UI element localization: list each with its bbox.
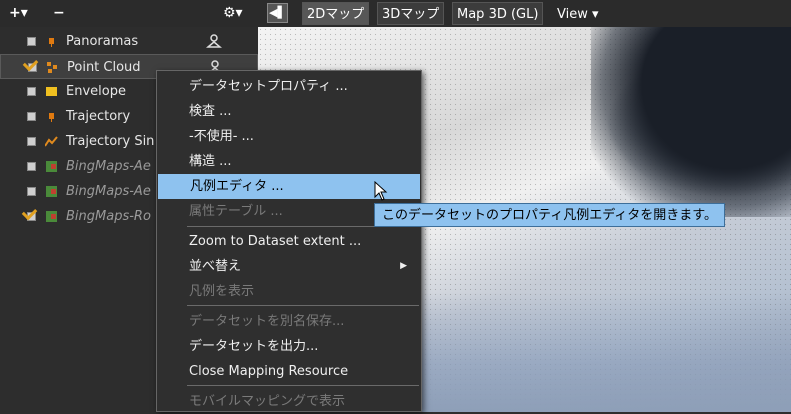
trajectory-line-icon [45,136,58,147]
layer-name: BingMaps-Ae [66,184,151,199]
menu-item-label: 並べ替え [189,259,242,274]
layer-name: BingMaps-Ro [66,209,151,224]
layer-name: BingMaps-Ae [66,159,151,174]
gear-menu-button[interactable]: ⚙▾ [223,0,243,27]
view-menu-button[interactable]: View ▾ [552,2,604,25]
envelope-icon [46,87,57,96]
tab-2d-map[interactable]: 2Dマップ [302,2,370,25]
menu-item-structure[interactable]: 構造 ... [157,149,421,174]
pin-icon[interactable] [206,33,222,50]
layer-name: Envelope [66,84,126,99]
layer-checkbox[interactable] [27,87,36,96]
trajectory-icon [49,113,54,122]
legend-editor-tooltip: このデータセットのプロパティ凡例エディタを開きます。 [374,203,726,227]
menu-item-export-dataset[interactable]: データセットを出力... [157,334,421,359]
tab-3d-map[interactable]: 3Dマップ [377,2,445,25]
menu-separator [187,385,419,386]
tab-map-3d-gl[interactable]: Map 3D (GL) [452,2,544,25]
layer-checkbox[interactable] [27,137,36,146]
remove-layer-button[interactable]: − [53,0,65,27]
layer-name: Trajectory Sin [66,134,155,149]
menu-item-show-in-mobile-mapping: モバイルマッピングで表示 [189,394,346,409]
menu-separator [187,305,419,306]
menu-item-show-legend: 凡例を表示 [189,284,255,299]
menu-item-dataset-properties[interactable]: データセットプロパティ ... [157,74,421,99]
panorama-icon [49,38,54,47]
menu-item-unused[interactable]: -不使用- ... [157,124,421,149]
layer-checkbox[interactable] [27,212,36,221]
point-cloud-dark-region [591,27,791,217]
layer-context-menu: データセットプロパティ ... 検査 ... -不使用- ... 構造 ... … [156,70,422,412]
layer-checkbox[interactable] [27,37,36,46]
menu-item-inspect[interactable]: 検査 ... [157,99,421,124]
bing-maps-icon [46,186,57,197]
menu-item-sort[interactable]: 並べ替え ▶ [157,254,421,279]
point-cloud-icon [47,62,57,73]
layer-row-panoramas[interactable]: Panoramas [0,29,258,54]
layer-checkbox[interactable] [27,112,36,121]
bing-maps-icon [46,211,57,222]
menu-item-close-mapping-resource[interactable]: Close Mapping Resource [157,359,421,384]
bing-maps-icon [46,161,57,172]
panel-toggle-button[interactable]: ◀▌ [267,3,288,23]
layer-checkbox[interactable] [27,162,36,171]
mouse-cursor-icon [374,181,388,201]
layer-checkbox[interactable] [27,187,36,196]
layer-checkbox[interactable] [28,63,37,72]
layer-name: Panoramas [66,34,139,49]
top-toolbar: +▾ − ⚙▾ ◀▌ 2Dマップ 3Dマップ Map 3D (GL) View … [0,0,791,27]
layer-name: Trajectory [66,109,131,124]
menu-item-zoom-to-extent[interactable]: Zoom to Dataset extent ... [157,229,421,254]
add-layer-button[interactable]: +▾ [9,0,28,27]
menu-item-save-as: データセットを別名保存... [189,314,345,329]
submenu-arrow-icon: ▶ [400,261,407,271]
layer-name: Point Cloud [67,60,141,75]
